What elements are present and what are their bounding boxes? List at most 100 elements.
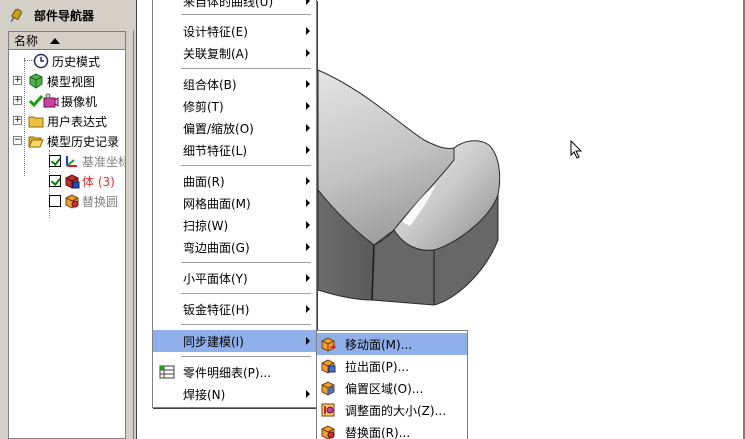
sort-ascending-icon xyxy=(50,37,61,44)
submenu-item-replace-face[interactable]: 替换面(R)... xyxy=(317,421,467,439)
pin-icon[interactable] xyxy=(10,9,22,21)
menu-item-facet-body[interactable]: 小平面体(Y) xyxy=(153,267,316,289)
navigator-title: 部件导航器 xyxy=(34,8,95,23)
menu-item-parts-list[interactable]: 零件明细表(P)... xyxy=(153,361,316,383)
submenu-arrow-icon xyxy=(306,102,310,110)
datum-csys-icon xyxy=(66,156,77,167)
submenu-arrow-icon xyxy=(306,305,310,313)
move-face-icon xyxy=(321,337,336,352)
tree-item-label: 摄像机 xyxy=(61,94,98,109)
menu-separator xyxy=(181,262,311,263)
tree-item-replace-face[interactable]: 替换圆 xyxy=(9,191,125,211)
model-views-icon xyxy=(29,73,43,89)
insert-menu: 来自体的曲线(U) 设计特征(E) 关联复制(A) 组合体(B) 修剪(T) 偏… xyxy=(152,0,317,408)
menu-item-detail-feature[interactable]: 细节特征(L) xyxy=(153,139,316,161)
tree-item-model-history[interactable]: − 模型历史记录 xyxy=(9,131,125,151)
visibility-checkbox[interactable] xyxy=(49,195,61,207)
menu-item-label: 来自体的曲线(U) xyxy=(183,0,274,9)
menu-separator xyxy=(181,68,311,69)
menu-item-label: 零件明细表(P)... xyxy=(183,365,272,380)
menu-item-label: 焊接(N) xyxy=(183,387,226,402)
menu-item-label: 偏置/缩放(O) xyxy=(183,121,254,136)
menu-item-label: 组合体(B) xyxy=(183,77,237,92)
replace-face-icon xyxy=(321,425,335,439)
submenu-item-label: 拉出面(P)... xyxy=(345,359,410,374)
visibility-checkbox[interactable] xyxy=(49,155,61,167)
menu-item-label: 修剪(T) xyxy=(183,99,224,114)
tree-item-history-mode[interactable]: 历史模式 xyxy=(9,51,125,71)
part-navigator: 部件导航器 名称 历史模式 + 模型视图 + 摄像机 + 用户表达式 − 模型历… xyxy=(0,0,134,439)
menu-item-flange-surface[interactable]: 弯边曲面(G) xyxy=(153,236,316,258)
synchronous-modeling-submenu: 移动面(M)... 拉出面(P)... 偏置区域(O)... 调整面的大小(Z)… xyxy=(316,330,468,439)
submenu-arrow-icon xyxy=(306,390,310,398)
body-icon xyxy=(65,174,80,189)
visibility-checkbox[interactable] xyxy=(49,175,61,187)
menu-item-label: 小平面体(Y) xyxy=(183,271,248,286)
menu-separator xyxy=(181,324,311,325)
menu-separator xyxy=(181,356,311,357)
menu-item-label: 钣金特征(H) xyxy=(183,302,250,317)
folder-open-icon xyxy=(28,136,44,148)
tree-item-body[interactable]: 体 (3) xyxy=(9,171,125,191)
menu-item-label: 曲面(R) xyxy=(183,174,225,189)
tree-item-label: 替换圆 xyxy=(82,194,119,209)
submenu-arrow-icon xyxy=(306,0,310,5)
menu-item-mesh-surface[interactable]: 网格曲面(M) xyxy=(153,192,316,214)
submenu-arrow-icon xyxy=(306,199,310,207)
submenu-arrow-icon xyxy=(306,27,310,35)
mouse-pointer-icon xyxy=(570,140,583,159)
submenu-arrow-icon xyxy=(306,49,310,57)
submenu-arrow-icon xyxy=(306,124,310,132)
submenu-item-resize-face[interactable]: 调整面的大小(Z)... xyxy=(317,399,467,421)
menu-item-trim[interactable]: 修剪(T) xyxy=(153,95,316,117)
expand-icon[interactable]: + xyxy=(13,76,22,85)
menu-item-label: 弯边曲面(G) xyxy=(183,240,250,255)
offset-region-icon xyxy=(321,381,335,396)
submenu-item-label: 替换面(R)... xyxy=(345,425,411,439)
submenu-arrow-icon xyxy=(306,221,310,229)
tree-item-label: 基准坐标 xyxy=(82,154,126,169)
column-header-name[interactable]: 名称 xyxy=(9,32,125,50)
replace-face-icon xyxy=(65,194,79,209)
submenu-item-label: 调整面的大小(Z)... xyxy=(345,403,447,418)
expand-icon[interactable]: + xyxy=(13,116,22,125)
submenu-arrow-icon xyxy=(306,274,310,282)
menu-item-design-feature[interactable]: 设计特征(E) xyxy=(153,20,316,42)
menu-item-welding[interactable]: 焊接(N) xyxy=(153,383,316,405)
submenu-arrow-icon xyxy=(306,146,310,154)
navigator-title-bar: 部件导航器 xyxy=(0,0,134,30)
submenu-item-offset-region[interactable]: 偏置区域(O)... xyxy=(317,377,467,399)
menu-separator xyxy=(181,293,311,294)
menu-item-offset-scale[interactable]: 偏置/缩放(O) xyxy=(153,117,316,139)
menu-item-label: 同步建模(I) xyxy=(183,334,244,349)
menu-item-curve-from-body[interactable]: 来自体的曲线(U) xyxy=(153,0,316,12)
submenu-item-label: 偏置区域(O)... xyxy=(345,381,424,396)
collapse-icon[interactable]: − xyxy=(13,136,22,145)
menu-item-combine[interactable]: 组合体(B) xyxy=(153,73,316,95)
submenu-item-move-face[interactable]: 移动面(M)... xyxy=(317,333,467,355)
navigator-tree-panel: 名称 历史模式 + 模型视图 + 摄像机 + 用户表达式 − 模型历史记录 基准… xyxy=(8,31,126,439)
menu-item-surface[interactable]: 曲面(R) xyxy=(153,170,316,192)
resize-face-icon xyxy=(321,403,335,417)
menu-item-synchronous-modeling[interactable]: 同步建模(I) xyxy=(153,330,316,352)
menu-item-sweep[interactable]: 扫掠(W) xyxy=(153,214,316,236)
tree-item-cameras[interactable]: + 摄像机 xyxy=(9,91,125,111)
submenu-arrow-icon xyxy=(306,80,310,88)
menu-item-label: 细节特征(L) xyxy=(183,143,248,158)
checkmark-icon xyxy=(28,95,44,108)
tree-item-model-views[interactable]: + 模型视图 xyxy=(9,71,125,91)
menu-item-sheet-metal[interactable]: 钣金特征(H) xyxy=(153,298,316,320)
menu-separator xyxy=(181,14,311,15)
column-header-label: 名称 xyxy=(14,34,39,48)
menu-item-associative-copy[interactable]: 关联复制(A) xyxy=(153,42,316,64)
menu-item-label: 关联复制(A) xyxy=(183,46,249,61)
parts-list-icon xyxy=(159,365,175,379)
tree-item-datum-csys[interactable]: 基准坐标 xyxy=(9,151,126,171)
menu-separator xyxy=(181,165,311,166)
tree-item-label: 模型历史记录 xyxy=(47,134,120,149)
submenu-item-pull-face[interactable]: 拉出面(P)... xyxy=(317,355,467,377)
clock-icon xyxy=(33,53,49,69)
menu-item-label: 扫掠(W) xyxy=(183,218,229,233)
tree-item-user-expressions[interactable]: + 用户表达式 xyxy=(9,111,125,131)
expand-icon[interactable]: + xyxy=(13,96,22,105)
